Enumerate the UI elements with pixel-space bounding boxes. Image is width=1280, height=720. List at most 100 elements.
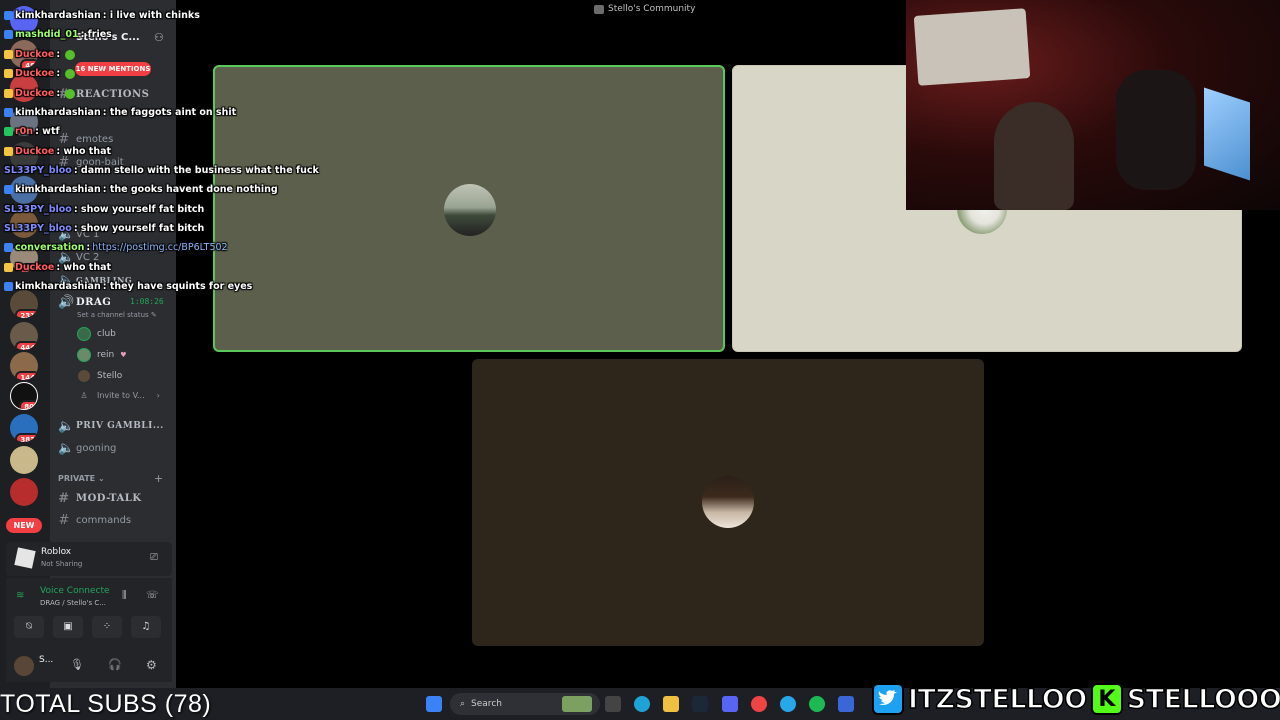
chrome-icon[interactable] — [751, 696, 767, 712]
avatar — [77, 369, 91, 383]
monitor — [1204, 87, 1250, 181]
chat-username: kimkhardashian — [15, 281, 101, 292]
discord-icon[interactable] — [722, 696, 738, 712]
start-icon[interactable] — [426, 696, 442, 712]
chat-message: kimkhardashian: i live with chinks — [4, 10, 200, 21]
platform-icon — [4, 263, 13, 272]
add-friend-icon[interactable]: ⚇ — [154, 31, 164, 44]
streamer — [994, 102, 1074, 210]
signal-icon[interactable]: ≋ — [16, 590, 24, 601]
activity-panel: Roblox Not Sharing ⎚ — [6, 542, 172, 576]
screen-share-button[interactable]: ▣ — [53, 616, 83, 638]
voice-user[interactable]: rein ♥ — [77, 348, 127, 362]
kick-handle: STELLOOO — [1126, 683, 1280, 716]
chat-text: : i live with chinks — [102, 10, 200, 21]
voice-channel-drag[interactable]: 🔊 DRAG — [58, 292, 111, 312]
invite-to-voice[interactable]: ♙ Invite to V... › — [77, 391, 159, 400]
widget-icon[interactable] — [562, 696, 592, 712]
window-title: Stello's Community — [594, 4, 695, 14]
chat-message: SL33PY_bloo: show yourself fat bitch — [4, 204, 204, 215]
social-handles: ITZSTELLOO K STELLOOO — [872, 681, 1280, 717]
telegram-icon[interactable] — [780, 696, 796, 712]
server-icon[interactable]: 383 — [10, 414, 38, 442]
chat-message: kimkhardashian: they have squints for ey… — [4, 281, 252, 292]
headphones-icon[interactable]: 🎧 — [108, 658, 122, 671]
chat-text: : — [86, 242, 91, 253]
emote-icon — [65, 49, 76, 60]
username[interactable]: S... — [39, 655, 53, 665]
roblox-icon — [14, 547, 36, 569]
noise-suppression-icon[interactable]: ⫼ — [122, 590, 127, 601]
camera-off-button[interactable]: ⍉ — [14, 616, 44, 638]
share-screen-icon[interactable]: ⎚ — [150, 552, 158, 563]
avatar — [444, 184, 496, 236]
chat-username: SL33PY_bloo — [4, 165, 72, 176]
chat-text: : who that — [56, 262, 112, 273]
category-private[interactable]: PRIVATE ⌄ — [58, 474, 105, 483]
speaker-icon: 🔊 — [58, 294, 75, 310]
voice-status-subtitle[interactable]: DRAG / Stello's C... — [40, 599, 106, 607]
edge-icon[interactable] — [634, 696, 650, 712]
platform-icon — [4, 108, 13, 117]
chair — [1116, 70, 1196, 190]
activity-subtitle: Not Sharing — [41, 560, 83, 568]
platform-icon — [4, 30, 13, 39]
server-icon[interactable]: 144 — [10, 352, 38, 380]
channel-priv-gambling[interactable]: 🔈 PRIV GAMBLI... — [58, 416, 164, 436]
chat-username: Duckoe — [15, 49, 55, 60]
server-icon[interactable]: 80 — [10, 382, 38, 410]
chat-username: Duckoe — [15, 146, 55, 157]
new-mentions-pill[interactable]: 16 NEW MENTIONS — [75, 62, 151, 76]
chat-message: Duckoe: who that — [4, 146, 111, 157]
chat-username: Duckoe — [15, 262, 55, 273]
platform-icon — [4, 243, 13, 252]
chat-message: kimkhardashian: the faggots aint on shit — [4, 107, 236, 118]
channel-mod-talk[interactable]: # MOD-TALK — [58, 488, 142, 508]
video-tile[interactable] — [472, 359, 984, 646]
chat-link[interactable]: https://postimg.cc/BP6LT502 — [92, 242, 227, 253]
file-explorer-icon[interactable] — [663, 696, 679, 712]
add-channel-icon[interactable]: + — [154, 472, 163, 485]
chat-username: Duckoe — [15, 88, 55, 99]
chat-text: : — [56, 88, 61, 99]
disconnect-icon[interactable]: ☏ — [146, 590, 159, 601]
voice-status-title: Voice Connecte — [40, 586, 110, 596]
app-icon[interactable] — [838, 696, 854, 712]
steam-icon[interactable] — [692, 696, 708, 712]
app-icon[interactable] — [605, 696, 621, 712]
chat-text: : fries — [80, 29, 112, 40]
activities-button[interactable]: ⁘ — [92, 616, 122, 638]
channel-status-hint[interactable]: Set a channel status ✎ — [77, 311, 157, 319]
voice-timer: 1:08:26 — [130, 297, 164, 306]
server-icon[interactable]: 444 — [10, 322, 38, 350]
chat-message: Duckoe: — [4, 49, 76, 60]
twitter-handle: ITZSTELLOO — [907, 683, 1088, 716]
total-subs-counter: TOTAL SUBS (78) — [0, 690, 212, 718]
server-icon[interactable]: 231 — [10, 290, 38, 318]
platform-icon — [4, 282, 13, 291]
channel-commands[interactable]: # commands — [58, 510, 132, 530]
soundboard-button[interactable]: ♫ — [131, 616, 161, 638]
channel-gooning[interactable]: 🔈 gooning — [58, 438, 116, 458]
voice-user[interactable]: Stello — [77, 369, 122, 383]
server-icon — [594, 4, 604, 14]
spotify-icon[interactable] — [809, 696, 825, 712]
emote-icon — [65, 88, 76, 99]
platform-icon — [4, 50, 13, 59]
mention-badge: 383 — [15, 433, 38, 442]
settings-gear-icon[interactable]: ⚙ — [146, 658, 157, 672]
chat-text: : they have squints for eyes — [102, 281, 253, 292]
avatar[interactable] — [14, 656, 34, 676]
wall-sign — [913, 8, 1031, 86]
voice-user[interactable]: club — [77, 327, 116, 341]
video-tile[interactable] — [213, 65, 725, 352]
microphone-icon[interactable]: 🎙 — [70, 658, 84, 671]
server-icon[interactable] — [10, 446, 38, 474]
emote-icon — [65, 68, 76, 79]
chat-text: : — [56, 68, 61, 79]
platform-icon — [4, 89, 13, 98]
twitter-icon — [872, 683, 904, 715]
chevron-down-icon: ⌄ — [97, 474, 105, 483]
server-icon[interactable] — [10, 478, 38, 506]
new-unreads-pill[interactable]: NEW — [6, 518, 42, 533]
